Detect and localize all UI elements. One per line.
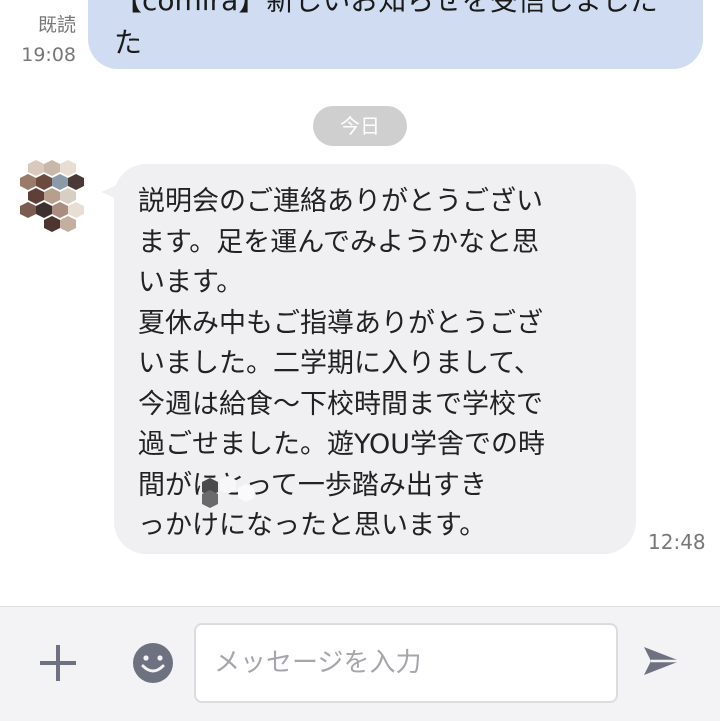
avatar[interactable] (16, 158, 88, 238)
message-input-bar (0, 606, 720, 721)
sent-message-bubble[interactable]: 【comira】新しいお知らせを受信しました た (88, 0, 703, 69)
message-input[interactable] (194, 623, 618, 703)
plus-icon (40, 645, 76, 681)
message-line: 過ごせました。遊YOU学舎での時 (138, 429, 546, 460)
message-line-prefix: 間が (138, 469, 192, 501)
send-icon (644, 647, 680, 675)
message-line-with-redaction: 間が にとって一歩踏み出すき (138, 466, 612, 508)
message-line: っかけになったと思います。 (138, 510, 487, 541)
message-line: 今週は給食〜下校時間まで学校で (138, 388, 543, 420)
message-line: います。 (138, 267, 244, 298)
message-line: 夏休み中もご指導ありがとうござ (138, 307, 543, 339)
sent-message-text-line2: た (114, 26, 143, 59)
add-attachment-button[interactable] (36, 641, 80, 685)
message-line: ます。足を運んでみようかなと思 (138, 226, 539, 258)
sent-message-time: 19:08 (21, 44, 76, 66)
sent-message-text-line1: 【comira】新しいお知らせを受信しました (114, 0, 658, 17)
message-line: 説明会のご連絡ありがとうござい (138, 186, 543, 217)
read-receipt-label: 既読 (37, 14, 76, 36)
avatar-mosaic-image (16, 158, 88, 238)
sent-message-meta: 既読 19:08 (14, 10, 76, 70)
message-line: いました。二学期に入りまして、 (138, 348, 541, 379)
date-separator: 今日 (313, 106, 407, 146)
received-message-bubble[interactable]: 説明会のご連絡ありがとうござい ます。足を運んでみようかなと思 います。 夏休み… (114, 164, 636, 554)
received-message-time: 12:48 (648, 530, 706, 554)
emoji-button[interactable] (131, 641, 175, 685)
send-button[interactable] (640, 639, 684, 683)
emoji-icon (133, 643, 173, 683)
